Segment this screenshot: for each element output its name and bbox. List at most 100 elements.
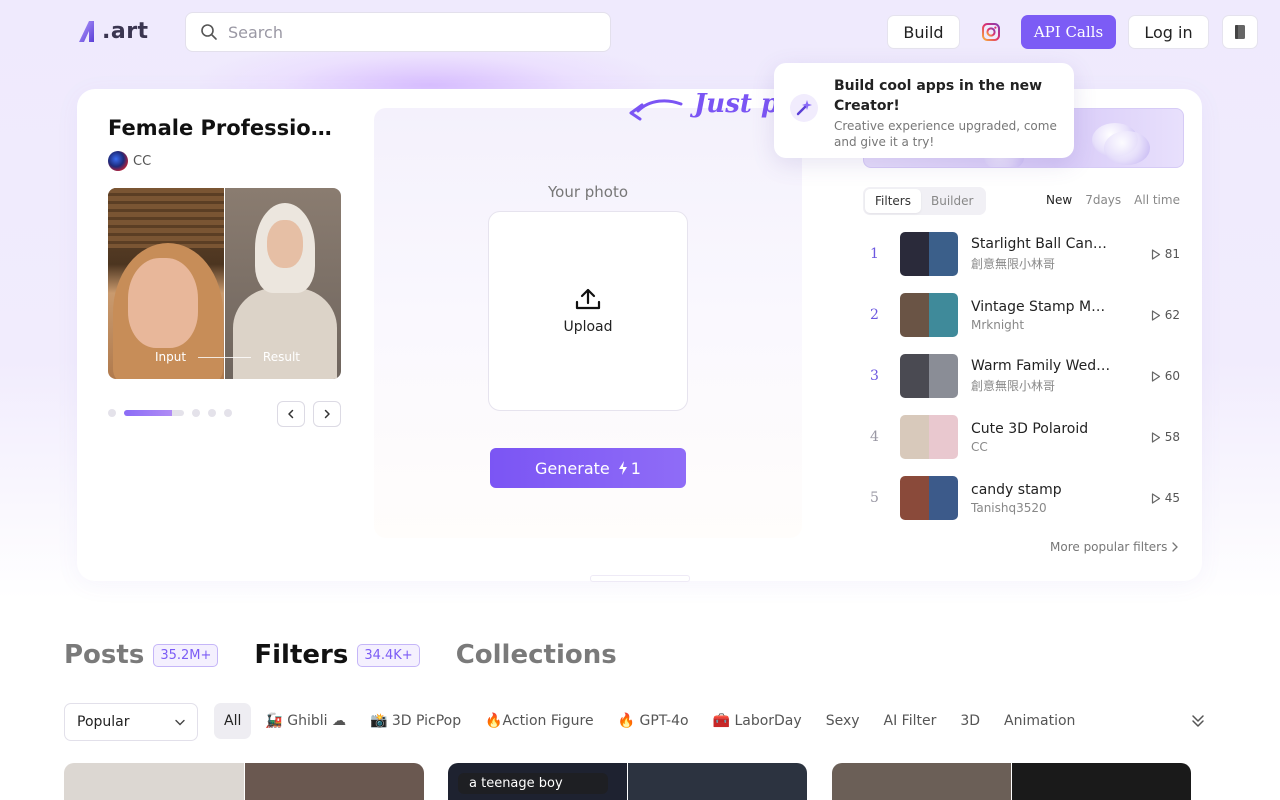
sort-value: Popular <box>77 714 130 730</box>
input-label: Input <box>155 350 187 364</box>
usage-count: 62 <box>1151 308 1184 322</box>
category-chip[interactable]: AI Filter <box>874 703 947 739</box>
chevron-down-icon <box>175 719 185 725</box>
tab-collections[interactable]: Collections <box>456 640 617 670</box>
rank-number: 4 <box>870 429 879 445</box>
filter-thumbnail <box>900 415 958 459</box>
filter-card[interactable]: a teenage boy <box>448 763 807 800</box>
arrow-right-icon <box>198 356 251 358</box>
usage-count: 58 <box>1151 430 1184 444</box>
ranking-item-author: CC <box>971 439 988 454</box>
search-input[interactable] <box>228 22 588 42</box>
category-chip[interactable]: 🧰 LaborDay <box>703 703 812 739</box>
usage-count: 45 <box>1151 491 1184 505</box>
category-chip[interactable]: 📸 3D PicPop <box>360 703 471 739</box>
magic-wand-icon <box>790 94 818 122</box>
ranking-item-author: 創意無限小林哥 <box>971 257 1056 271</box>
ranking-item[interactable]: 3 Warm Family Wedding 創意無限小林哥 60 <box>866 353 1184 399</box>
more-label: More popular filters <box>1050 540 1168 554</box>
posts-count-badge: 35.2M+ <box>153 643 219 667</box>
login-button[interactable]: Log in <box>1128 15 1209 49</box>
filter-thumbnail <box>900 354 958 398</box>
tab-posts[interactable]: Posts 35.2M+ <box>64 640 219 670</box>
tab-filters-section[interactable]: Filters 34.4K+ <box>254 640 420 670</box>
play-icon <box>1151 370 1160 382</box>
filters-count-badge: 34.4K+ <box>357 643 420 667</box>
category-chip[interactable]: 🔥Action Figure <box>475 703 603 739</box>
logo-mark-icon <box>79 21 94 42</box>
book-icon <box>1235 25 1245 39</box>
filter-thumbnail <box>900 476 958 520</box>
popup-description: Creative experience upgraded, come and g… <box>834 119 1057 149</box>
carousel-prev-button[interactable] <box>277 401 305 427</box>
chevron-right-icon <box>324 409 330 419</box>
category-chip[interactable]: Sexy <box>816 703 870 739</box>
play-icon <box>1151 309 1160 321</box>
api-calls-button[interactable]: API Calls <box>1021 15 1116 49</box>
ranking-item-author: Mrknight <box>971 317 1025 332</box>
rank-number: 5 <box>870 490 879 506</box>
generate-button[interactable]: Generate 1 <box>490 448 686 488</box>
filter-title[interactable]: Female Professional Portrait <box>108 116 338 140</box>
card-caption: a teenage boy <box>458 773 608 794</box>
avatar <box>108 151 128 171</box>
tab-builder[interactable]: Builder <box>921 189 983 213</box>
rank-number: 1 <box>870 246 879 262</box>
curved-arrow-icon <box>629 99 683 121</box>
carousel-dot[interactable] <box>192 409 200 417</box>
build-button[interactable]: Build <box>887 15 960 49</box>
ranking-item[interactable]: 2 Vintage Stamp Memory Mrknight 62 <box>866 292 1184 338</box>
instagram-button[interactable] <box>972 15 1010 49</box>
usage-count: 60 <box>1151 369 1184 383</box>
category-chip[interactable]: Animation <box>994 703 1085 739</box>
usage-count: 81 <box>1151 247 1184 261</box>
rank-number: 2 <box>870 307 879 323</box>
docs-button[interactable] <box>1222 15 1258 49</box>
filter-card[interactable] <box>832 763 1191 800</box>
tab-new[interactable]: New <box>1046 193 1072 207</box>
carousel-dot[interactable] <box>208 409 216 417</box>
coin-graphic <box>1104 131 1150 165</box>
filter-card[interactable] <box>64 763 424 800</box>
ranking-item[interactable]: 1 Starlight Ball Candid Moment 創意無限小林哥 81 <box>866 231 1184 277</box>
popup-title: Build cool apps in the new Creator! <box>834 78 1043 114</box>
filter-author[interactable]: CC <box>108 151 151 171</box>
search-bar[interactable] <box>185 12 611 52</box>
filter-thumbnail <box>900 293 958 337</box>
search-icon <box>201 24 217 40</box>
more-popular-filters-link[interactable]: More popular filters <box>1050 540 1179 554</box>
play-icon <box>1151 492 1160 504</box>
ranking-item[interactable]: 5 candy stamp Tanishq3520 45 <box>866 475 1184 521</box>
tab-all-time[interactable]: All time <box>1134 193 1180 207</box>
preview-labels: Input Result <box>155 350 300 364</box>
play-icon <box>1151 248 1160 260</box>
expand-categories-button[interactable] <box>1188 711 1208 731</box>
ranking-item-title: Cute 3D Polaroid <box>971 420 1089 437</box>
upload-dropzone[interactable]: Upload <box>488 211 688 411</box>
carousel-dot[interactable] <box>108 409 116 417</box>
ranking-item[interactable]: 4 Cute 3D Polaroid CC 58 <box>866 414 1184 460</box>
upload-label: Upload <box>563 319 613 335</box>
category-chip[interactable]: All <box>214 703 252 739</box>
play-icon <box>1151 431 1160 443</box>
tab-7days[interactable]: 7days <box>1085 193 1121 207</box>
carousel-dot[interactable] <box>224 409 232 417</box>
category-chip[interactable]: 🔥 GPT-4o <box>608 703 699 739</box>
photo-label: Your photo <box>547 183 629 201</box>
logo-text: .art <box>102 18 149 44</box>
filter-thumbnail <box>900 232 958 276</box>
creator-announcement-popup[interactable]: Build cool apps in the new Creator! Crea… <box>774 63 1074 158</box>
site-logo[interactable]: .art <box>77 17 149 45</box>
ranking-type-tabs: Filters Builder <box>863 187 986 215</box>
carousel-next-button[interactable] <box>313 401 341 427</box>
category-chip[interactable]: 🚂 Ghibli ☁ <box>255 703 356 739</box>
category-chip[interactable]: 3D <box>950 703 990 739</box>
ranking-item-title: Warm Family Wedding <box>971 358 1111 374</box>
carousel-progress <box>124 410 184 416</box>
generate-cost: 1 <box>630 458 641 478</box>
generate-label: Generate <box>535 458 610 478</box>
scroll-handle[interactable] <box>590 575 690 582</box>
content-tabs: Posts 35.2M+ Filters 34.4K+ Collections <box>64 640 653 670</box>
tab-filters[interactable]: Filters <box>865 189 921 213</box>
sort-dropdown[interactable]: Popular <box>64 703 198 741</box>
